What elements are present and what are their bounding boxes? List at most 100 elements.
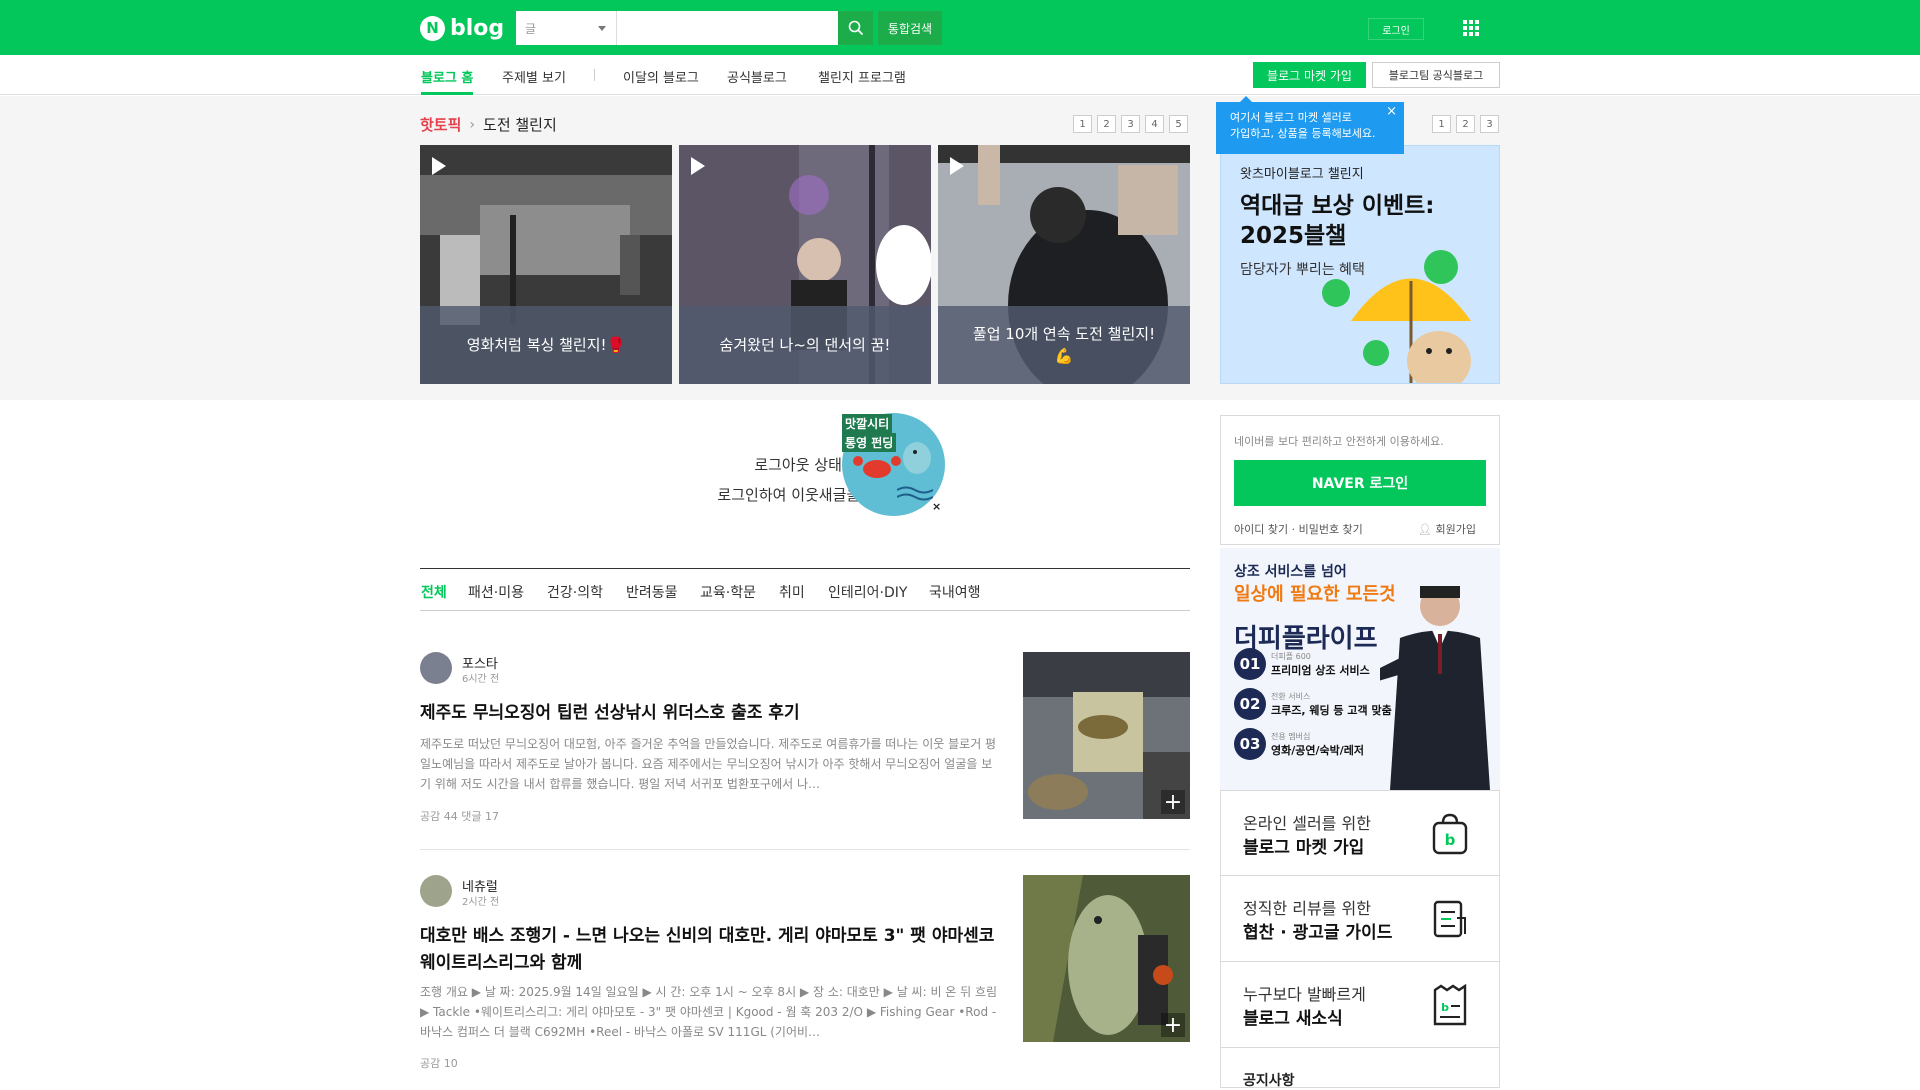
link-subtitle: 온라인 셀러를 위한: [1243, 814, 1371, 833]
ad-feature-small: 전환 서비스: [1271, 691, 1311, 701]
ad-feature-text: 프리미엄 상조 서비스: [1271, 663, 1370, 677]
shopping-bag-icon: b: [1432, 813, 1468, 855]
caret-down-icon: [598, 26, 606, 31]
ad-feature-number: 01: [1234, 648, 1266, 680]
sub-navigation: 블로그 홈 주제별 보기 이달의 블로그 공식블로그 챌린지 프로그램: [0, 55, 1920, 95]
page-button[interactable]: 2: [1097, 115, 1116, 133]
ad-feature-number: 02: [1234, 688, 1266, 720]
card-caption: 영화처럼 복싱 챌린지!🥊: [420, 306, 672, 384]
ad-feature-small: 더피플 600: [1271, 651, 1311, 661]
challenge-subtitle: 왓츠마이블로그 챌린지: [1240, 167, 1364, 182]
category-tabs: 전체 패션·미용 건강·의학 반려동물 교육·학문 취미 인테리어·DIY 국내…: [420, 568, 1190, 611]
search-box: [616, 11, 838, 45]
logo-text: blog: [450, 15, 505, 41]
hot-topic-card[interactable]: 풀업 10개 연속 도전 챌린지!💪: [938, 145, 1190, 384]
category-tab[interactable]: 전체: [421, 582, 447, 602]
market-tooltip: 여기서 블로그 마켓 셀러로 가입하고, 상품을 등록해보세요. ×: [1216, 96, 1404, 154]
category-tab[interactable]: 패션·미용: [468, 582, 524, 602]
page-button[interactable]: 2: [1456, 115, 1475, 133]
page-button[interactable]: 5: [1169, 115, 1188, 133]
tab-official-blog[interactable]: 공식블로그: [727, 67, 787, 95]
signup-link[interactable]: 👤︎ 회원가입: [1418, 521, 1476, 537]
signup-label: 회원가입: [1435, 523, 1476, 536]
hot-topic-title: 도전 챌린지: [483, 116, 557, 134]
hot-topic-card[interactable]: 영화처럼 복싱 챌린지!🥊: [420, 145, 672, 384]
floating-ad-bubble[interactable]: 맛깔시티 통영 펀딩: [842, 413, 945, 516]
avatar[interactable]: [420, 875, 452, 907]
integrated-search-button[interactable]: 통합검색: [878, 11, 942, 45]
search-button[interactable]: [838, 11, 873, 45]
spokesperson-illustration: [1380, 586, 1490, 790]
naver-blog-logo[interactable]: N blog: [420, 15, 504, 41]
ad-feature-small: 전용 멤버십: [1271, 731, 1311, 741]
post-divider: [420, 849, 1190, 850]
page-button[interactable]: 1: [1073, 115, 1092, 133]
search-scope-value: 글: [525, 22, 537, 36]
login-box: 네이버를 보다 편리하고 안전하게 이용하세요. NAVER 로그인 아이디 찾…: [1220, 415, 1500, 545]
category-tab[interactable]: 인테리어·DIY: [828, 582, 907, 602]
ad-feature-text: 크루즈, 웨딩 등 고객 맞춤: [1271, 703, 1392, 717]
logout-line2: 로그인하여 이웃새글을 확인: [717, 486, 893, 504]
blog-team-official-button[interactable]: 블로그팀 공식블로그: [1372, 62, 1500, 88]
hot-topic-label[interactable]: 핫토픽: [420, 114, 461, 135]
search-scope-select[interactable]: 글: [516, 11, 616, 45]
post-item: 포스타 6시간 전 제주도 무늬오징어 팁런 선상낚시 위더스호 출조 후기 제…: [420, 652, 1190, 832]
page-button[interactable]: 1: [1432, 115, 1451, 133]
ad-feature-text: 영화/공연/숙박/레저: [1271, 743, 1365, 757]
user-icon: 👤︎: [1418, 523, 1433, 536]
category-tab[interactable]: 반려동물: [626, 582, 678, 602]
category-tab[interactable]: 국내여행: [929, 582, 981, 602]
link-sponsorship-guide[interactable]: 정직한 리뷰를 위한 협찬 · 광고글 가이드: [1220, 876, 1500, 962]
ad-line1: 맛깔시티: [842, 414, 893, 433]
blog-market-join-button[interactable]: 블로그 마켓 가입: [1253, 62, 1366, 88]
apps-grid-icon[interactable]: [1463, 20, 1479, 36]
plus-icon[interactable]: +: [1161, 1013, 1185, 1038]
news-icon: b: [1433, 984, 1467, 1026]
sidebar-ad-banner[interactable]: 상조 서비스를 넘어 일상에 필요한 모든것 더피플라이프 01 더피플 600…: [1220, 548, 1500, 790]
header-login-button[interactable]: 로그인: [1368, 18, 1424, 40]
hot-topic-card[interactable]: 숨겨왔던 나~의 댄서의 꿈!: [679, 145, 931, 384]
notice-box[interactable]: 공지사항: [1220, 1048, 1500, 1089]
ad-headline2: 일상에 필요한 모든것: [1234, 584, 1396, 605]
play-icon: [950, 157, 964, 175]
challenge-banner[interactable]: 왓츠마이블로그 챌린지 역대급 보상 이벤트: 2025블챌 담당자가 뿌리는 …: [1220, 145, 1500, 384]
search-input[interactable]: [625, 11, 830, 45]
post-title[interactable]: 대호만 배스 조행기 - 느면 나오는 신비의 대호만. 게리 야마모토 3" …: [420, 923, 1000, 977]
post-thumbnail[interactable]: +: [1023, 875, 1190, 1042]
post-excerpt[interactable]: 조행 개요 ▶ 날 짜: 2025.9월 14일 일요일 ▶ 시 간: 오후 1…: [420, 982, 1000, 1062]
page-button[interactable]: 4: [1145, 115, 1164, 133]
ad-close-icon[interactable]: ×: [932, 500, 941, 513]
link-blog-market-join[interactable]: 온라인 셀러를 위한 블로그 마켓 가입 b: [1220, 790, 1500, 876]
plus-icon[interactable]: +: [1161, 790, 1185, 815]
tab-blog-of-month[interactable]: 이달의 블로그: [623, 67, 699, 95]
ad-feature-item: 02 전환 서비스크루즈, 웨딩 등 고객 맞춤: [1234, 688, 1392, 720]
link-title: 블로그 새소식: [1243, 1009, 1343, 1029]
avatar[interactable]: [420, 652, 452, 684]
link-blog-news[interactable]: 누구보다 발빠르게 블로그 새소식 b: [1220, 962, 1500, 1048]
card-caption: 숨겨왔던 나~의 댄서의 꿈!: [679, 306, 931, 384]
page-button[interactable]: 3: [1121, 115, 1140, 133]
hot-topic-pager: 1 2 3 4 5: [1073, 115, 1188, 133]
ad-headline1: 상조 서비스를 넘어: [1234, 564, 1347, 580]
link-title: 블로그 마켓 가입: [1243, 838, 1365, 858]
category-tab[interactable]: 건강·의학: [547, 582, 603, 602]
naver-login-button[interactable]: NAVER 로그인: [1234, 460, 1486, 506]
top-header: N blog 글 통합검색 로그인: [0, 0, 1920, 55]
find-id-password-link[interactable]: 아이디 찾기 · 비밀번호 찾기: [1234, 521, 1363, 537]
post-title[interactable]: 제주도 무늬오징어 팁런 선상낚시 위더스호 출조 후기: [420, 700, 1000, 727]
post-excerpt[interactable]: 제주도로 떠났던 무늬오징어 대모험, 아주 즐거운 추억을 만들었습니다. 제…: [420, 734, 1000, 794]
wave-icon: [897, 486, 933, 501]
category-tab[interactable]: 취미: [779, 582, 805, 602]
category-tab[interactable]: 교육·학문: [700, 582, 756, 602]
document-guide-icon: [1433, 900, 1466, 938]
chevron-right-icon: ›: [469, 116, 476, 133]
tab-blog-home[interactable]: 블로그 홈: [421, 67, 474, 95]
close-icon[interactable]: ×: [1386, 104, 1397, 120]
tab-challenge-program[interactable]: 챌린지 프로그램: [818, 67, 906, 95]
page-button[interactable]: 3: [1480, 115, 1499, 133]
post-thumbnail[interactable]: +: [1023, 652, 1190, 819]
nav-divider: [594, 69, 595, 81]
tab-by-topic[interactable]: 주제별 보기: [502, 67, 566, 95]
naver-n-icon: N: [420, 15, 445, 41]
fish-icon: [903, 442, 931, 474]
